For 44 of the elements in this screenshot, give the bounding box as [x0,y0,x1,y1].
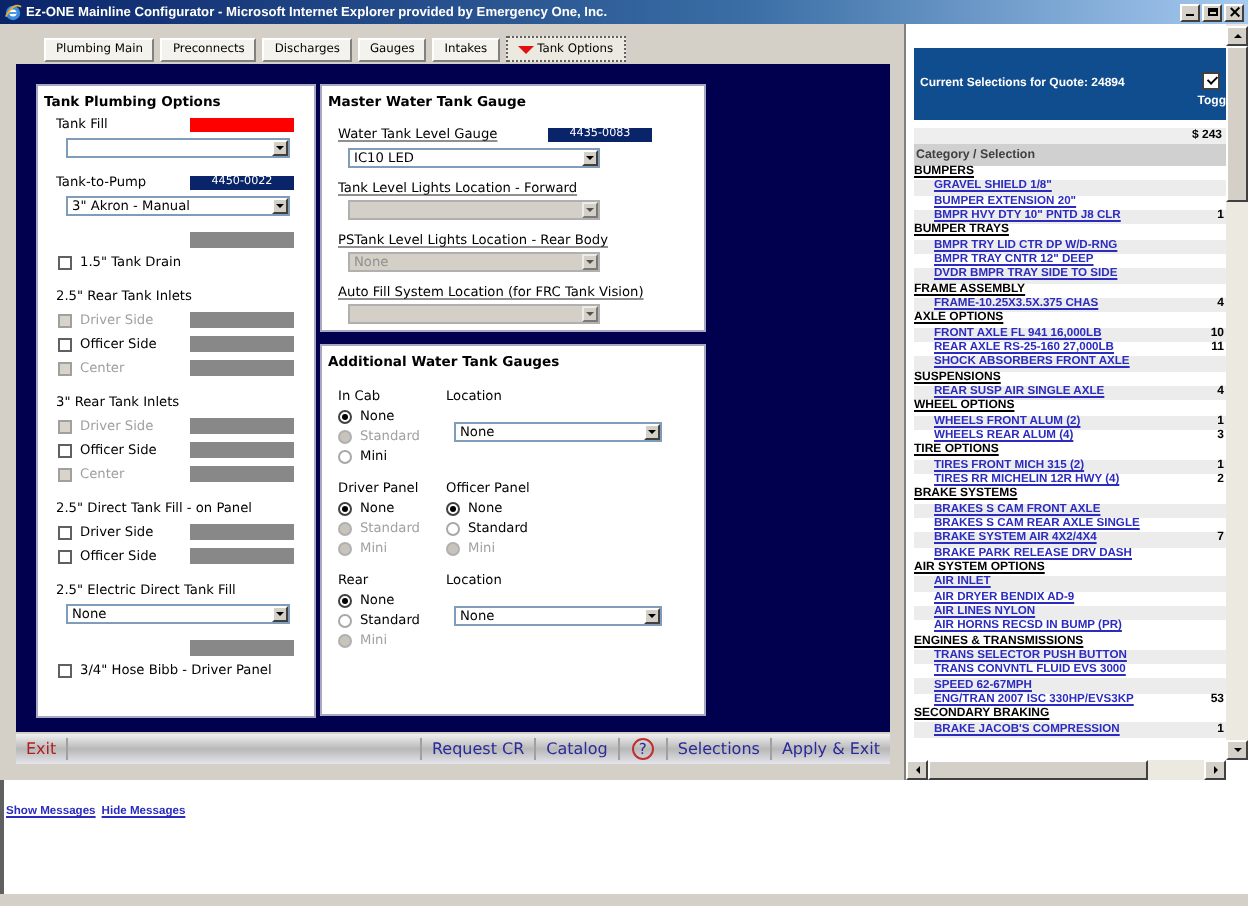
checkbox[interactable] [58,525,72,539]
checkbox[interactable] [58,549,72,563]
radio-button[interactable] [338,409,352,423]
radio-button[interactable] [338,593,352,607]
toolbar-link[interactable]: Selections [667,740,770,758]
caret-icon [272,606,288,622]
radio-button[interactable] [338,501,352,515]
exit-link[interactable]: Exit [16,740,67,758]
horizontal-scrollbar[interactable] [906,760,1226,780]
caret-icon [582,202,598,218]
toolbar-link[interactable]: Catalog [536,740,618,758]
vertical-scrollbar[interactable] [1226,24,1248,760]
radio-button[interactable] [338,449,352,463]
radio-button[interactable] [446,521,460,535]
caret-icon [517,45,534,53]
caret-icon [644,608,660,624]
checkbox[interactable] [1202,71,1221,89]
toolbar-link[interactable]: Apply & Exit [771,740,890,758]
scrollbar-thumb[interactable] [1226,46,1248,202]
checkbox[interactable] [58,337,72,351]
checkbox[interactable] [58,663,72,677]
empty-field [190,640,294,656]
caret-icon [644,424,660,440]
scroll-left-button[interactable] [906,760,928,780]
maximize-button[interactable] [1202,3,1222,21]
close-button[interactable] [1224,3,1244,21]
toolbar-link[interactable]: Request CR [421,740,535,758]
caret-icon [582,306,598,322]
empty-field [190,232,294,248]
caret-icon [272,140,288,156]
caret-icon [582,254,598,270]
scroll-up-button[interactable] [1226,26,1248,46]
minimize-button[interactable] [1180,3,1200,21]
caret-icon [272,198,288,214]
checkbox[interactable] [58,443,72,457]
dropdown[interactable] [66,138,290,158]
caret-icon [582,150,598,166]
checkbox[interactable] [58,255,72,269]
browser-icon [4,3,22,21]
scroll-right-button[interactable] [1204,760,1226,780]
scroll-down-button[interactable] [1226,740,1248,760]
radio-button[interactable] [446,501,460,515]
radio-button[interactable] [338,613,352,627]
scrollbar-thumb[interactable] [928,760,1148,780]
